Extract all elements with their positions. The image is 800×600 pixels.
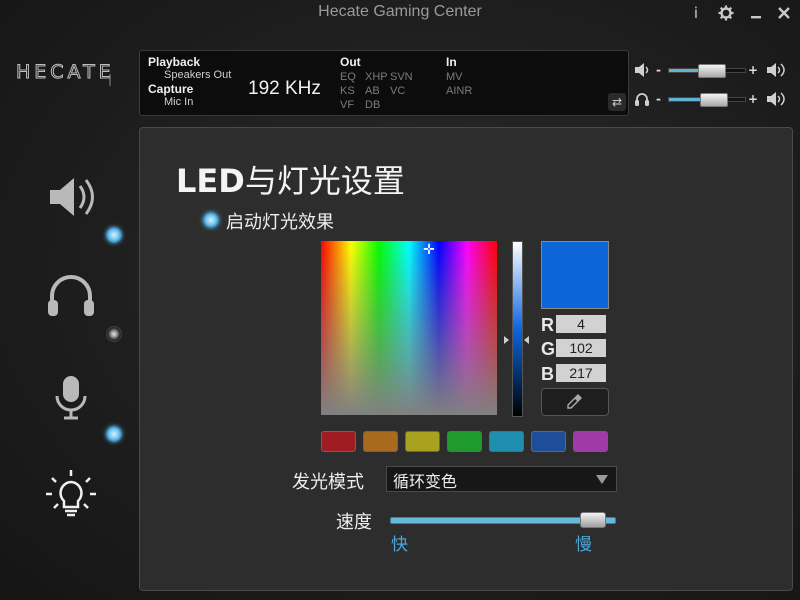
in-mv: MV bbox=[446, 71, 463, 83]
microphone-status-indicator bbox=[106, 426, 122, 442]
speaker-volume-control: - + bbox=[634, 61, 788, 79]
microphone-icon bbox=[55, 376, 87, 420]
speed-label: 速度 bbox=[336, 512, 372, 533]
color-preset-4[interactable] bbox=[447, 431, 482, 452]
g-value[interactable]: 102 bbox=[556, 339, 606, 357]
volume-minus[interactable]: - bbox=[656, 90, 661, 108]
capture-label: Capture bbox=[148, 82, 194, 96]
headphone-volume-thumb[interactable] bbox=[700, 93, 728, 107]
color-preset-7[interactable] bbox=[573, 431, 608, 452]
volume-plus[interactable]: + bbox=[748, 90, 758, 108]
speaker-icon bbox=[50, 178, 94, 216]
bulb-icon bbox=[46, 470, 96, 517]
volume-plus[interactable]: + bbox=[748, 61, 758, 79]
hecate-logo: HECATE bbox=[16, 58, 128, 86]
out-vc: VC bbox=[390, 85, 406, 97]
eyedropper-button[interactable] bbox=[541, 388, 609, 416]
current-color-swatch bbox=[541, 241, 609, 309]
dropdown-arrow-icon[interactable] bbox=[596, 475, 608, 484]
color-preset-1[interactable] bbox=[321, 431, 356, 452]
b-value[interactable]: 217 bbox=[556, 364, 606, 382]
playback-device: Speakers Out bbox=[164, 69, 232, 81]
minimize-icon[interactable] bbox=[746, 3, 766, 23]
playback-label: Playback bbox=[148, 55, 201, 69]
device-info-panel: Playback Speakers Out Capture Mic In 192… bbox=[139, 50, 629, 116]
nav-headset[interactable] bbox=[40, 266, 102, 328]
lighting-mode-select[interactable]: 循环变色 bbox=[386, 466, 617, 492]
logo-text: HECATE bbox=[16, 61, 115, 83]
speaker-loud-icon bbox=[767, 92, 785, 106]
page-title-latin: LED bbox=[176, 162, 245, 200]
out-label: Out bbox=[340, 55, 361, 69]
speaker-loud-icon bbox=[767, 63, 785, 77]
in-ainr: AINR bbox=[446, 85, 473, 97]
brightness-marker-right[interactable] bbox=[524, 336, 529, 344]
info-button[interactable]: i bbox=[686, 3, 706, 23]
page-title-cjk: 与灯光设置 bbox=[244, 162, 405, 200]
b-label: B bbox=[541, 364, 554, 384]
capture-device: Mic In bbox=[164, 96, 194, 108]
lighting-mode-label: 发光模式 bbox=[292, 472, 364, 493]
speaker-volume-track[interactable] bbox=[668, 64, 746, 78]
page-title: LED与灯光设置 bbox=[176, 156, 405, 202]
headphone-volume-control: - + bbox=[634, 90, 788, 108]
out-vf: VF bbox=[340, 99, 355, 111]
crosshair-icon[interactable]: ✛ bbox=[420, 241, 438, 259]
color-preset-3[interactable] bbox=[405, 431, 440, 452]
r-value[interactable]: 4 bbox=[556, 315, 606, 333]
nav-microphone[interactable] bbox=[40, 366, 102, 428]
g-label: G bbox=[541, 339, 556, 359]
volume-minus[interactable]: - bbox=[656, 61, 661, 79]
r-label: R bbox=[541, 315, 554, 335]
eyedropper-icon bbox=[567, 394, 582, 409]
brightness-marker-left[interactable] bbox=[504, 336, 509, 344]
brightness-slider[interactable] bbox=[512, 241, 523, 417]
out-svn: SVN bbox=[390, 71, 413, 83]
speed-slow-label: 慢 bbox=[575, 535, 592, 555]
in-label: In bbox=[446, 55, 457, 69]
color-spectrum[interactable] bbox=[321, 241, 497, 415]
gear-icon[interactable] bbox=[716, 3, 736, 23]
headset-status-indicator bbox=[106, 326, 122, 342]
enable-lighting-label: 启动灯光效果 bbox=[226, 212, 334, 233]
speaker-status-indicator bbox=[106, 227, 122, 243]
color-preset-6[interactable] bbox=[531, 431, 566, 452]
color-preset-2[interactable] bbox=[363, 431, 398, 452]
lighting-mode-value: 循环变色 bbox=[393, 472, 458, 491]
swap-icon[interactable]: ⇄ bbox=[608, 93, 626, 111]
enable-lighting-toggle[interactable] bbox=[203, 212, 219, 228]
out-ks: KS bbox=[340, 85, 355, 97]
headphone-volume-track[interactable] bbox=[668, 93, 746, 107]
nav-lighting[interactable] bbox=[40, 466, 102, 528]
led-settings-panel: LED与灯光设置 启动灯光效果 ✛ R 4 G 102 B 217 发光模式 循… bbox=[139, 127, 793, 591]
headphones-icon bbox=[48, 275, 94, 316]
nav-speaker[interactable] bbox=[40, 166, 102, 228]
out-db: DB bbox=[365, 99, 381, 111]
out-ab: AB bbox=[365, 85, 380, 97]
out-xhp: XHP bbox=[365, 71, 388, 83]
close-icon[interactable] bbox=[774, 3, 794, 23]
window-title: Hecate Gaming Center bbox=[318, 3, 482, 20]
headphone-small-icon bbox=[635, 93, 649, 106]
speed-slider-thumb[interactable] bbox=[580, 512, 606, 528]
out-eq: EQ bbox=[340, 71, 356, 83]
color-preset-5[interactable] bbox=[489, 431, 524, 452]
sample-rate: 192 KHz bbox=[248, 78, 321, 99]
speed-fast-label: 快 bbox=[391, 535, 408, 555]
speaker-volume-thumb[interactable] bbox=[698, 64, 726, 78]
speaker-small-icon bbox=[635, 63, 649, 77]
